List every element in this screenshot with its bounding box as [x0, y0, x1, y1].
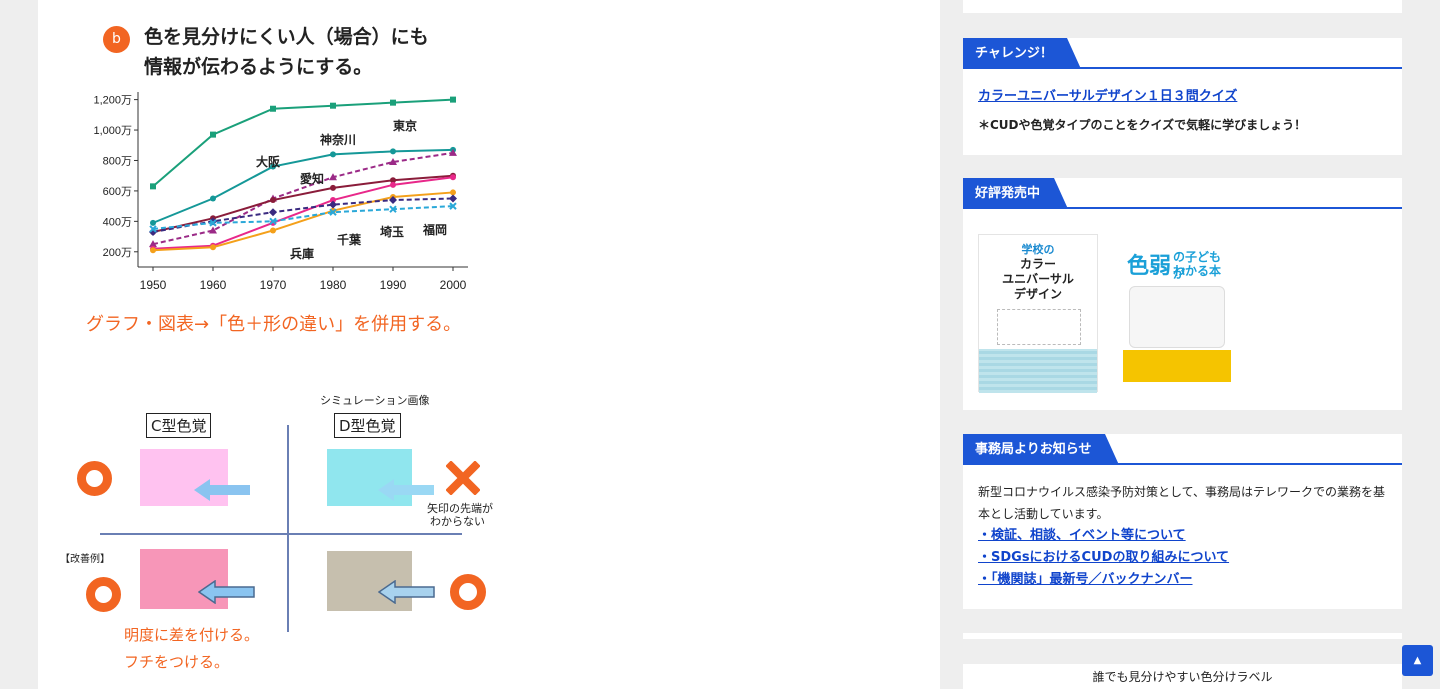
quiz-note: ＊CUDや色覚タイプのことをクイズで気軽に学びましょう！: [978, 118, 1307, 132]
widget-body: カラーユニバーサルデザイン１日３問クイズ ＊CUDや色覚タイプのことをクイズで気…: [963, 69, 1402, 147]
y-tick-label: 600万: [103, 186, 132, 198]
improve-note-1: 明度に差を付ける。: [124, 626, 260, 644]
widget-top-stub: [963, 0, 1402, 13]
widget-title: 事務局よりお知らせ: [963, 434, 1121, 465]
series-label: 神奈川: [320, 132, 356, 147]
widget-header: チャレンジ！: [963, 38, 1402, 69]
series-line: [152, 151, 454, 246]
x-tick-label: 1960: [200, 278, 227, 292]
series-line: [152, 205, 454, 230]
book2-title-3: わかる本: [1173, 264, 1222, 278]
arrow-left-icon: [194, 479, 250, 501]
series-label: 千葉: [337, 232, 362, 247]
section-badge: b: [103, 26, 130, 53]
book1-title-4: デザイン: [1013, 287, 1062, 301]
arrow-left-icon: [378, 479, 434, 501]
news-body-1: 新型コロナウイルス感染予防対策として、事務局はテレワークでの業務を基: [978, 485, 1386, 499]
y-tick-label: 1,200万: [93, 95, 132, 107]
data-point: [390, 181, 396, 188]
widget-body: 新型コロナウイルス感染予防対策として、事務局はテレワークでの業務を基 本とし活動…: [963, 465, 1402, 605]
ok-circle-icon: [77, 461, 112, 496]
cross-icon: [446, 461, 480, 495]
data-point: [450, 174, 456, 181]
x-tick-label: 2000: [440, 278, 467, 292]
series-label: 大阪: [256, 154, 281, 169]
vertical-divider: [287, 425, 289, 632]
header-underline: [963, 67, 1402, 69]
data-point: [450, 96, 456, 103]
x-tick-label: 1980: [320, 278, 347, 292]
widget-books: 好評発売中 学校の カラー ユニバーサル デザイン 色弱 の子どもが わかる本: [963, 178, 1402, 410]
arrow-left-outlined-icon: [198, 580, 255, 604]
data-point: [330, 102, 336, 109]
arrow-note-2: わからない: [430, 515, 485, 528]
heading-line-2: 情報が伝わるようにする。: [144, 56, 373, 78]
ok-circle-icon: [450, 574, 486, 610]
book1-band: [979, 349, 1097, 393]
widget-header: 好評発売中: [963, 178, 1402, 209]
improve-note-2: フチをつける。: [124, 653, 230, 671]
improve-label: 【改善例】: [60, 554, 110, 565]
data-point: [150, 219, 156, 226]
data-point: [270, 197, 276, 204]
quiz-link[interactable]: カラーユニバーサルデザイン１日３問クイズ: [978, 89, 1237, 104]
y-tick-label: 1,000万: [93, 125, 132, 137]
heading-line-1: 色を見分けにくい人（場合）にも: [144, 26, 429, 48]
ok-circle-icon: [86, 577, 121, 612]
data-point: [150, 247, 156, 254]
data-point: [390, 148, 396, 155]
y-tick-label: 800万: [103, 155, 132, 167]
widget-label: 誰でも見分けやすい色分けラベル: [963, 664, 1402, 689]
book2-illustration: [1129, 286, 1225, 348]
data-point: [269, 208, 277, 217]
data-point: [210, 195, 216, 202]
book2-title-1: 色弱: [1127, 254, 1172, 279]
book-cover-color-weak[interactable]: 色弱 の子どもが わかる本: [1123, 234, 1231, 384]
news-link-sdgs[interactable]: ・SDGsにおけるCUDの取り組みについて: [978, 550, 1229, 565]
series-label: 東京: [393, 118, 417, 133]
label-widget-title: 誰でも見分けやすい色分けラベル: [1092, 670, 1273, 684]
data-point: [390, 99, 396, 106]
book2-band: [1123, 350, 1231, 382]
series-label: 埼玉: [380, 224, 404, 239]
header-underline: [963, 207, 1402, 209]
main-content: b 色を見分けにくい人（場合）にも 情報が伝わるようにする。 200万 400万 6…: [38, 0, 940, 689]
back-to-top-button[interactable]: ▲: [1402, 645, 1433, 676]
widget-header: 事務局よりお知らせ: [963, 434, 1402, 465]
book-cover-school-cud[interactable]: 学校の カラー ユニバーサル デザイン: [978, 234, 1098, 393]
series-label: 兵庫: [290, 246, 314, 261]
simulation-label: シミュレーション画像: [320, 394, 430, 407]
data-point: [449, 194, 457, 203]
series-label: 愛知: [300, 171, 324, 186]
chart-caption: グラフ・図表→「色＋形の違い」を併用する。: [86, 314, 462, 335]
widget-challenge: チャレンジ！ カラーユニバーサルデザイン１日３問クイズ ＊CUDや色覚タイプのこ…: [963, 38, 1402, 155]
data-point: [330, 151, 336, 158]
series-label: 福岡: [422, 222, 447, 237]
data-point: [210, 131, 216, 138]
widget-news: 事務局よりお知らせ 新型コロナウイルス感染予防対策として、事務局はテレワークでの…: [963, 434, 1402, 609]
y-tick-label: 400万: [103, 216, 132, 228]
c-type-label: C型色覚: [146, 413, 212, 438]
data-point: [330, 184, 336, 191]
news-body-2: 本とし活動しています。: [978, 507, 1109, 521]
x-tick-label: 1970: [260, 278, 287, 292]
data-point: [270, 227, 276, 234]
data-point: [150, 183, 156, 190]
header-underline: [963, 463, 1402, 465]
d-type-label: D型色覚: [334, 413, 401, 438]
book1-illustration: [997, 309, 1081, 345]
x-tick-label: 1990: [380, 278, 407, 292]
arrow-left-outlined-icon: [378, 580, 435, 604]
widget-title: 好評発売中: [963, 178, 1069, 209]
population-line-chart: 200万 400万 600万 800万 1,000万 1,200万 1950 1960 1970…: [93, 92, 468, 292]
x-tick-label: 1950: [140, 278, 167, 292]
widget-stub: [963, 633, 1402, 639]
news-link-journal[interactable]: ・「機関誌」最新号／バックナンバー: [978, 572, 1193, 587]
news-link-consult[interactable]: ・検証、相談、イベント等について: [978, 528, 1186, 543]
y-tick-label: 200万: [103, 247, 132, 259]
widget-title: チャレンジ！: [963, 38, 1081, 69]
data-point: [270, 105, 276, 112]
horizontal-divider: [100, 533, 462, 535]
data-point: [210, 244, 216, 251]
